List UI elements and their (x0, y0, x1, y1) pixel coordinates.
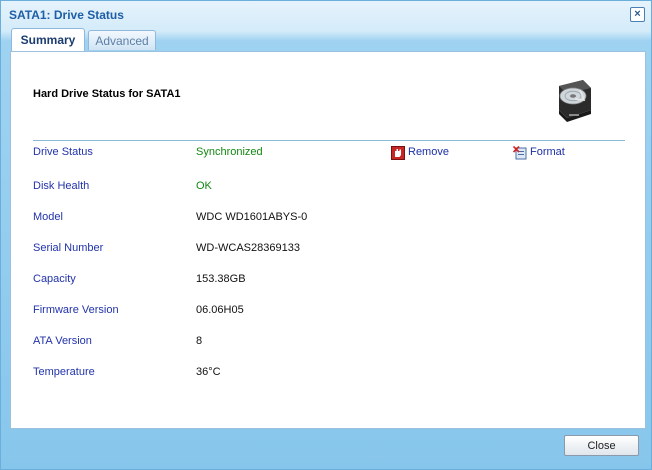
tab-summary[interactable]: Summary (11, 28, 85, 52)
row-drive-status: Drive Status Synchronized Remove Format (33, 146, 633, 160)
hard-drive-icon (559, 80, 591, 122)
row-value: WD-WCAS28369133 (196, 242, 300, 254)
row-label: Temperature (33, 366, 95, 378)
row-label: Serial Number (33, 242, 104, 254)
row-value: 153.38GB (196, 273, 246, 285)
row-model: Model WDC WD1601ABYS-0 (33, 211, 633, 225)
row-temperature: Temperature 36°C (33, 366, 633, 380)
row-value: 8 (196, 335, 203, 347)
drive-status-dialog: SATA1: Drive Status × Summary Advanced H… (0, 0, 652, 470)
row-value: 06.06H05 (196, 304, 244, 316)
format-label: Format (530, 146, 565, 158)
row-label: Disk Health (33, 180, 90, 192)
close-button[interactable]: Close (564, 435, 639, 456)
tab-advanced[interactable]: Advanced (88, 30, 156, 50)
title-bar: SATA1: Drive Status × (1, 1, 651, 29)
remove-label: Remove (408, 146, 449, 158)
divider (33, 140, 625, 141)
row-value: Synchronized (196, 146, 263, 158)
remove-drive-icon (391, 146, 405, 160)
row-serial-number: Serial Number WD-WCAS28369133 (33, 242, 633, 256)
row-disk-health: Disk Health OK (33, 180, 633, 194)
format-drive-icon (513, 146, 527, 160)
row-value: WDC WD1601ABYS-0 (196, 211, 308, 223)
close-icon[interactable]: × (630, 7, 645, 22)
row-label: ATA Version (33, 335, 92, 347)
format-button[interactable]: Format (513, 146, 575, 162)
panel-heading: Hard Drive Status for SATA1 (33, 88, 181, 100)
row-value: OK (196, 180, 212, 192)
row-label: Drive Status (33, 146, 93, 158)
dialog-title: SATA1: Drive Status (9, 8, 124, 22)
row-label: Capacity (33, 273, 76, 285)
row-firmware-version: Firmware Version 06.06H05 (33, 304, 633, 318)
remove-button[interactable]: Remove (391, 146, 453, 162)
row-ata-version: ATA Version 8 (33, 335, 633, 349)
row-capacity: Capacity 153.38GB (33, 273, 633, 287)
row-value: 36°C (196, 366, 221, 378)
row-label: Firmware Version (33, 304, 119, 316)
row-label: Model (33, 211, 63, 223)
summary-panel: Hard Drive Status for SATA1 Drive Status… (10, 51, 646, 429)
